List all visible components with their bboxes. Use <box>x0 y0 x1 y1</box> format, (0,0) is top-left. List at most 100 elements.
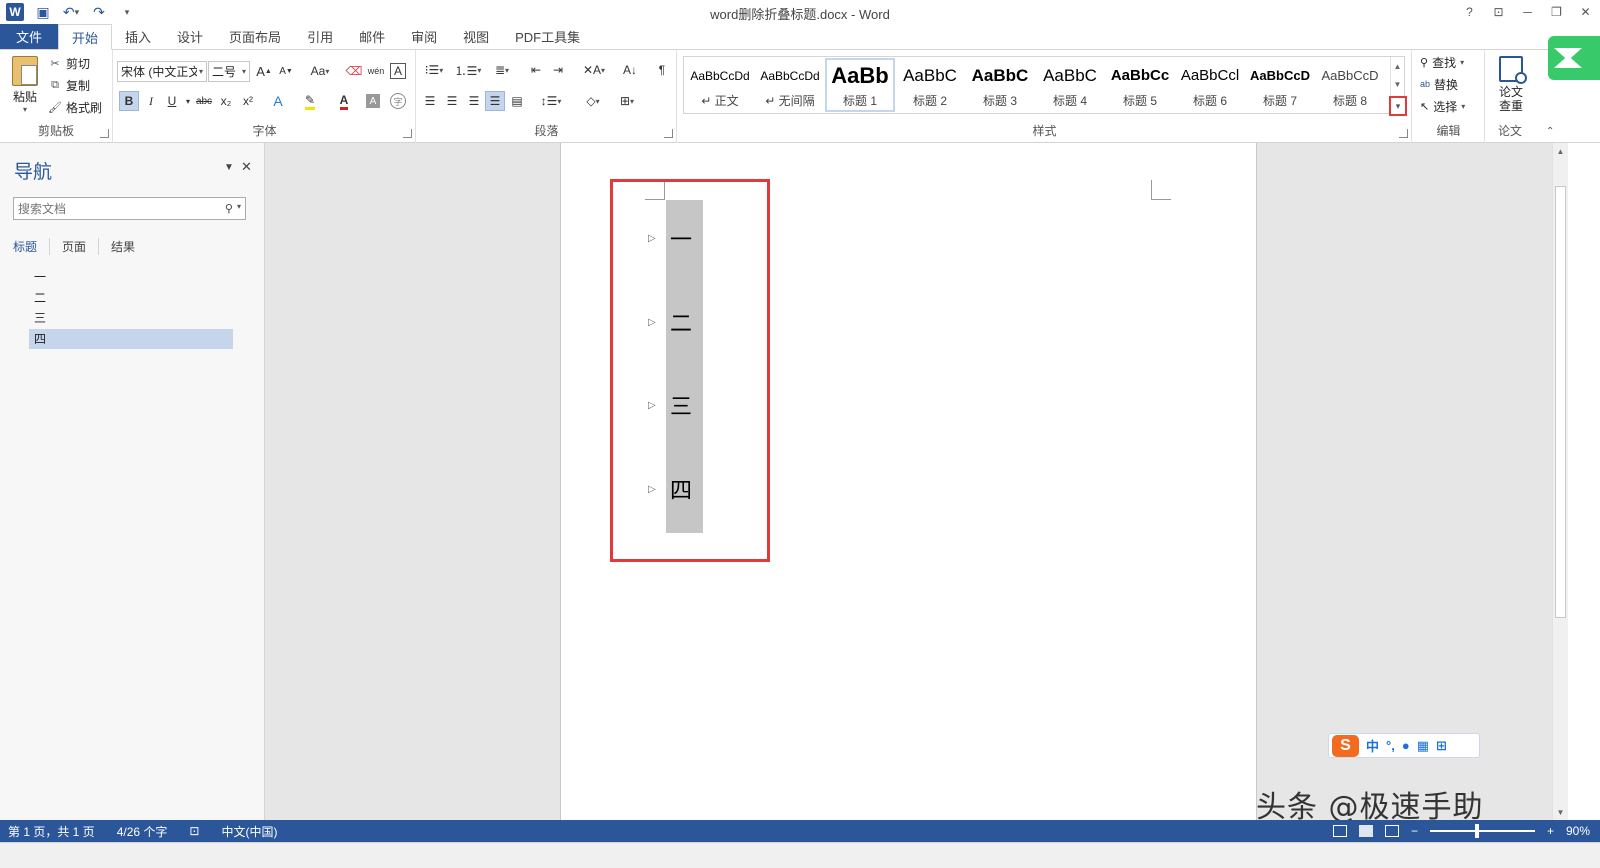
format-painter-button[interactable]: 🖌 格式刷 <box>48 97 102 117</box>
tab-view[interactable]: 视图 <box>450 24 502 49</box>
style-heading-6[interactable]: AaBbCcl 标题 6 <box>1175 58 1245 112</box>
green-sidebar-icon[interactable] <box>1548 36 1600 80</box>
paragraph-launcher-icon[interactable] <box>664 129 673 138</box>
ribbon-display-icon[interactable]: ⊡ <box>1484 0 1513 24</box>
char-border-icon[interactable]: A <box>390 63 406 79</box>
phonetic-guide-icon[interactable]: wén <box>366 61 386 81</box>
document-page[interactable]: ▷ 一 ▷ 二 ▷ 三 ▷ 四 <box>560 143 1257 820</box>
customize-qat-icon[interactable]: ▾ <box>118 3 136 21</box>
justify-icon[interactable]: ☰ <box>485 91 505 111</box>
char-shading-icon[interactable]: A <box>366 94 380 108</box>
keyboard-icon[interactable]: ▦ <box>1417 738 1429 754</box>
nav-heading-item[interactable]: 三 <box>29 308 233 329</box>
strikethrough-button[interactable]: abc <box>194 91 214 111</box>
shrink-font-icon[interactable]: A ▼ <box>276 61 296 81</box>
tab-references[interactable]: 引用 <box>294 24 346 49</box>
bullets-icon[interactable]: ⁝☰ ▾ <box>420 60 448 80</box>
tab-file[interactable]: 文件 <box>0 24 58 49</box>
zoom-in-icon[interactable]: + <box>1547 824 1554 838</box>
paste-button[interactable]: 粘贴 ▾ <box>8 56 42 114</box>
grow-font-icon[interactable]: A ▲ <box>254 61 274 81</box>
sogou-logo-icon[interactable]: S <box>1332 734 1359 757</box>
show-marks-icon[interactable]: ¶ <box>652 60 672 80</box>
close-button[interactable]: ✕ <box>1571 0 1600 24</box>
scroll-down-icon[interactable]: ▼ <box>1553 804 1568 820</box>
tab-review[interactable]: 审阅 <box>398 24 450 49</box>
nav-heading-item[interactable]: 一 <box>29 267 233 288</box>
style-no-spacing[interactable]: AaBbCcDd ↵ 无间隔 <box>755 58 825 112</box>
align-left-icon[interactable]: ☰ <box>420 91 440 111</box>
style-heading-7[interactable]: AaBbCcD 标题 7 <box>1245 58 1315 112</box>
shading-icon[interactable]: ◇ ▾ <box>579 91 607 111</box>
style-normal[interactable]: AaBbCcDd ↵ 正文 <box>685 58 755 112</box>
find-button[interactable]: ⚲ 查找 ▾ <box>1420 52 1464 72</box>
superscript-button[interactable]: x² <box>238 91 258 111</box>
nav-tab-pages[interactable]: 页面 <box>62 237 100 255</box>
scroll-up-icon[interactable]: ▲ <box>1553 143 1568 159</box>
tab-layout[interactable]: 页面布局 <box>216 24 294 49</box>
mic-icon[interactable]: ● <box>1402 738 1410 753</box>
nav-tab-headings[interactable]: 标题 <box>13 237 51 255</box>
tab-design[interactable]: 设计 <box>164 24 216 49</box>
font-color-icon[interactable]: A <box>334 91 354 111</box>
gallery-down-icon[interactable]: ▼ <box>1391 75 1404 93</box>
help-button[interactable]: ? <box>1455 0 1484 24</box>
collapse-ribbon-icon[interactable]: ⌃ <box>1546 126 1554 137</box>
italic-button[interactable]: I <box>141 91 161 111</box>
zoom-slider-thumb[interactable] <box>1475 824 1480 838</box>
ime-punct-toggle[interactable]: °, <box>1386 738 1395 753</box>
numbering-icon[interactable]: ⒈☰ ▾ <box>454 60 482 80</box>
zoom-slider[interactable] <box>1429 824 1535 838</box>
increase-indent-icon[interactable]: ⇥ <box>548 60 568 80</box>
align-center-icon[interactable]: ☰ <box>442 91 462 111</box>
style-heading-4[interactable]: AaBbC 标题 4 <box>1035 58 1105 112</box>
style-heading-8[interactable]: AaBbCcD 标题 8 <box>1315 58 1385 112</box>
status-word-count[interactable]: 4/26 个字 <box>117 823 168 840</box>
zoom-out-icon[interactable]: − <box>1411 824 1418 838</box>
sort-icon[interactable]: A↓ <box>620 60 640 80</box>
copy-button[interactable]: ⧉ 复制 <box>48 75 90 95</box>
text-effects-icon[interactable]: A <box>268 91 288 111</box>
nav-options-icon[interactable]: ▼ <box>224 162 234 173</box>
font-size-select[interactable]: 二号 ▾ <box>208 61 250 82</box>
styles-launcher-icon[interactable] <box>1399 129 1408 138</box>
change-case-button[interactable]: Aa ▾ <box>306 61 334 81</box>
minimize-button[interactable]: ─ <box>1513 0 1542 24</box>
restore-button[interactable]: ❐ <box>1542 0 1571 24</box>
clipboard-launcher-icon[interactable] <box>100 129 109 138</box>
print-layout-icon[interactable] <box>1358 825 1373 837</box>
ime-lang-toggle[interactable]: 中 <box>1366 736 1379 755</box>
bold-button[interactable]: B <box>119 91 139 111</box>
undo-icon[interactable]: ↶ ▾ <box>62 3 80 21</box>
nav-heading-item[interactable]: 四 <box>29 328 233 349</box>
style-heading-5[interactable]: AaBbCc 标题 5 <box>1105 58 1175 112</box>
gallery-up-icon[interactable]: ▲ <box>1391 57 1404 75</box>
replace-button[interactable]: ab 替换 <box>1420 74 1458 94</box>
align-right-icon[interactable]: ☰ <box>464 91 484 111</box>
borders-icon[interactable]: ⊞ ▾ <box>613 91 641 111</box>
status-page[interactable]: 第 1 页，共 1 页 <box>8 823 95 840</box>
style-heading-2[interactable]: AaBbC 标题 2 <box>895 58 965 112</box>
nav-tab-results[interactable]: 结果 <box>111 238 147 255</box>
font-name-select[interactable]: 宋体 (中文正文 ▾ <box>117 61 207 82</box>
nav-close-icon[interactable]: ✕ <box>241 159 252 175</box>
highlight-icon[interactable]: ✎ <box>300 91 320 111</box>
nav-heading-item[interactable]: 二 <box>29 288 233 309</box>
select-button[interactable]: ↖ 选择 ▾ <box>1420 96 1465 116</box>
nav-search-input[interactable] <box>18 201 208 216</box>
tab-mailings[interactable]: 邮件 <box>346 24 398 49</box>
distributed-icon[interactable]: ▤ <box>507 91 527 111</box>
line-spacing-icon[interactable]: ↕☰ ▾ <box>537 91 565 111</box>
paper-check-button[interactable]: 论文查重 <box>1494 56 1528 113</box>
zoom-level[interactable]: 90% <box>1566 824 1590 838</box>
web-layout-icon[interactable] <box>1384 825 1399 837</box>
enclose-char-icon[interactable]: 字 <box>390 93 406 109</box>
subscript-button[interactable]: x₂ <box>216 91 236 111</box>
redo-icon[interactable]: ↷ <box>90 3 108 21</box>
style-heading-3[interactable]: AaBbC 标题 3 <box>965 58 1035 112</box>
search-icon[interactable]: ⚲ ▾ <box>225 202 241 215</box>
proofing-icon[interactable]: ⊡ <box>189 824 199 838</box>
tab-home[interactable]: 开始 <box>58 24 113 50</box>
multilevel-list-icon[interactable]: ≣ ▾ <box>488 60 516 80</box>
status-language[interactable]: 中文(中国) <box>221 823 277 840</box>
